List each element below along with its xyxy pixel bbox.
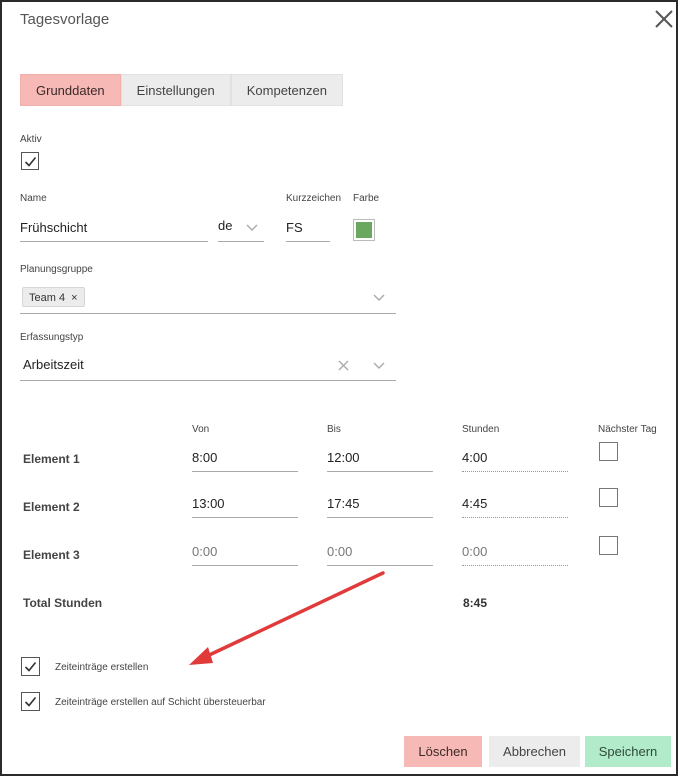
abbrechen-button[interactable]: Abbrechen — [489, 736, 580, 767]
tagesvorlage-dialog: Tagesvorlage Grunddaten Einstellungen Ko… — [0, 0, 678, 776]
loeschen-button[interactable]: Löschen — [404, 736, 482, 767]
annotation-arrow-icon — [189, 571, 385, 665]
speichern-button[interactable]: Speichern — [585, 736, 671, 767]
